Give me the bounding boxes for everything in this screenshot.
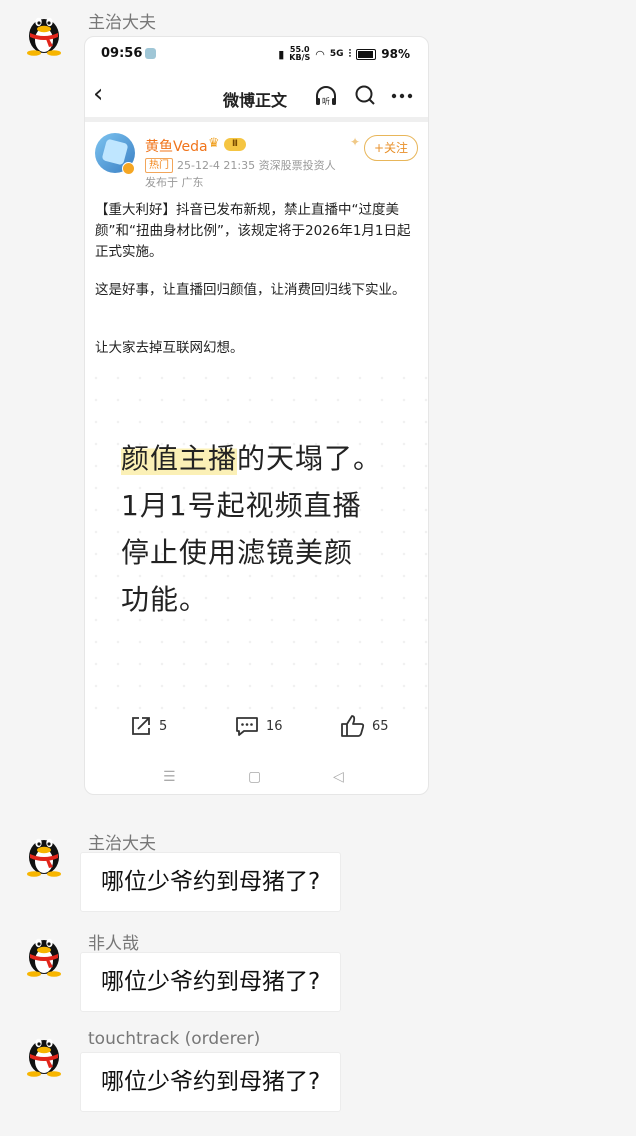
message-bubble[interactable]: 哪位少爷约到母猪了?	[80, 852, 342, 912]
follow-button[interactable]: +关注	[364, 135, 418, 161]
image-text-line: 功能。	[121, 583, 209, 616]
avatar[interactable]	[22, 8, 66, 56]
post-paragraph: 【重大利好】抖音已发布新规，禁止直播中“过度美颜”和“扭曲身材比例”，该规定将于…	[95, 202, 411, 260]
sender-name: touchtrack (orderer)	[88, 1029, 261, 1049]
avatar[interactable]	[22, 1029, 66, 1077]
search-icon[interactable]	[354, 84, 376, 106]
image-text-line: 停止使用滤镜美颜	[121, 536, 354, 569]
signal-5g: 5G	[329, 49, 344, 59]
user-name[interactable]: 黄鱼Veda	[145, 136, 208, 156]
post-paragraph: 这是好事，让直播回归颜值，让消费回归线下实业。	[95, 282, 406, 298]
comment-count: 16	[266, 718, 283, 734]
listen-icon[interactable]: 听	[314, 85, 338, 107]
app-notification-icon	[145, 48, 156, 59]
status-right: ▮ 55.0 KB/S ◠ 5G ⫶ 98%	[278, 46, 410, 62]
back-key-icon[interactable]: ◁	[333, 769, 344, 785]
like-count: 65	[372, 718, 389, 734]
comment-icon	[236, 717, 258, 736]
image-text-line: 颜值主播的天塌了。	[121, 442, 383, 475]
vibrate-icon: ▮	[278, 47, 285, 61]
share-button[interactable]: 5	[129, 714, 167, 738]
like-button[interactable]: 65	[340, 714, 389, 738]
svg-text:听: 听	[322, 97, 330, 106]
message-bubble[interactable]: 哪位少爷约到母猪了?	[80, 952, 342, 1012]
crown-icon: ♛	[208, 136, 220, 151]
user-level-badge: Ⅱ	[224, 138, 246, 151]
post-paragraph: 让大家去掉互联网幻想。	[95, 340, 244, 356]
sender-name: 主治大夫	[88, 834, 156, 854]
menu-key-icon[interactable]: ☰	[163, 769, 176, 785]
post-meta: 25-12-4 21:35 资深股票投资人	[177, 159, 336, 172]
thumbs-up-icon	[341, 715, 365, 737]
message-bubble[interactable]: 哪位少爷约到母猪了?	[80, 1052, 342, 1112]
sender-name: 主治大夫	[88, 13, 156, 33]
hot-tag: 热门	[145, 158, 173, 173]
back-icon[interactable]: ‹	[93, 81, 103, 107]
wifi-icon: ◠	[315, 47, 325, 61]
image-text-line: 1月1号起视频直播	[121, 489, 362, 522]
nav-bar: ‹ 微博正文 听	[85, 77, 428, 115]
sender-name: 非人哉	[88, 934, 139, 954]
nav-divider	[85, 117, 428, 122]
comment-button[interactable]: 16	[234, 714, 283, 738]
verified-badge-icon	[122, 162, 135, 175]
post-location: 发布于 广东	[145, 176, 204, 189]
share-count: 5	[159, 718, 168, 734]
battery-icon	[356, 48, 377, 60]
weibo-screenshot-image[interactable]: 09:56 ▮ 55.0 KB/S ◠ 5G ⫶ 98% ‹ 微博正文 听 黄鱼V…	[84, 36, 429, 795]
avatar[interactable]	[22, 929, 66, 977]
share-icon	[132, 717, 150, 735]
page-title: 微博正文	[223, 91, 288, 110]
net-speed: 55.0 KB/S	[289, 45, 311, 62]
status-time: 09:56	[101, 46, 143, 61]
home-key-icon[interactable]: ▢	[248, 769, 261, 785]
avatar[interactable]	[22, 829, 66, 877]
signal-bars-icon: ⫶	[348, 47, 352, 60]
more-icon[interactable]	[390, 85, 414, 107]
battery-percent: 98%	[381, 47, 410, 61]
